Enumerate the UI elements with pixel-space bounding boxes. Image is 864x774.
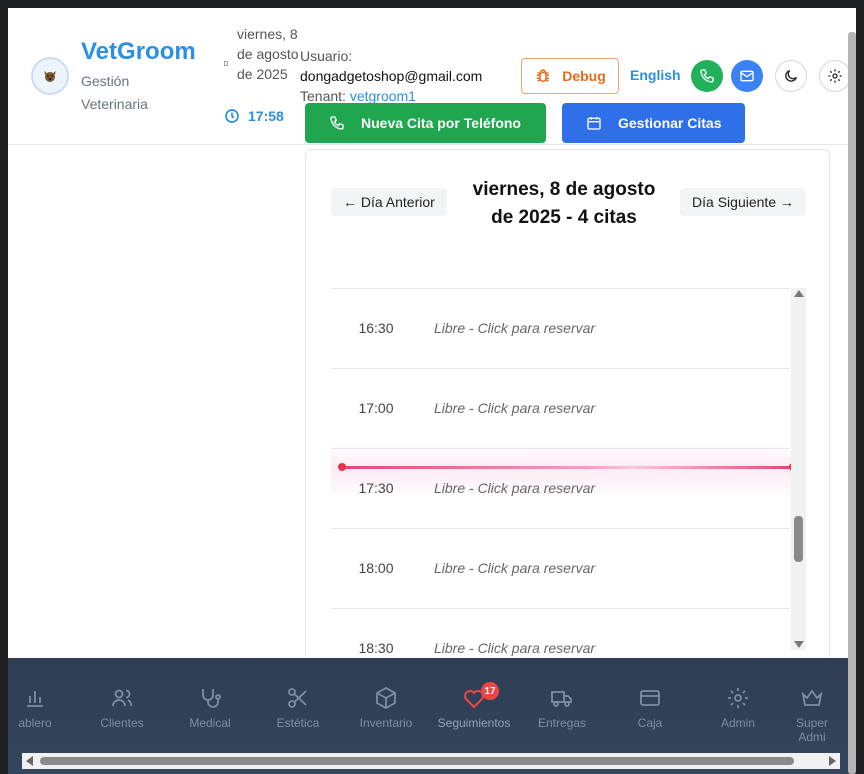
slot-time: 18:30 (358, 640, 394, 656)
language-toggle[interactable]: English (630, 67, 681, 83)
slot-list-scrollbar[interactable] (791, 288, 806, 650)
previous-day-button[interactable]: ← Día Anterior (331, 188, 447, 216)
clock-icon (225, 109, 239, 123)
phone-button[interactable] (691, 60, 723, 92)
gear-icon (828, 69, 842, 83)
follow-ups-badge: 17 (481, 682, 499, 700)
email-button[interactable] (731, 60, 763, 92)
nav-horizontal-scrollbar[interactable] (22, 753, 840, 769)
current-time-dot-left (338, 463, 346, 471)
calendar-icon (587, 117, 601, 130)
slot-label: Libre - Click para reservar (434, 560, 596, 576)
settings-button[interactable] (819, 60, 851, 92)
header-divider (8, 144, 856, 145)
user-email: dongadgetoshop@gmail.com (300, 68, 483, 84)
scrollbar-thumb[interactable] (794, 516, 803, 562)
nav-item-aesthetics[interactable]: Estética (254, 686, 342, 730)
mail-icon (740, 70, 754, 82)
dark-mode-button[interactable] (775, 60, 807, 92)
nav-label: Seguimientos (437, 716, 511, 730)
credit-card-icon (640, 690, 660, 706)
slot-label: Libre - Click para reservar (434, 480, 596, 496)
current-date: viernes, 8 de agosto de 2025 (237, 26, 299, 82)
slot-label: Libre - Click para reservar (434, 400, 596, 416)
scroll-up-arrow-icon[interactable] (794, 290, 804, 297)
slot-label: Libre - Click para reservar (434, 320, 596, 336)
manage-appointments-button[interactable]: Gestionar Citas (562, 103, 745, 143)
nav-item-super-admin[interactable]: Super Admi (782, 686, 842, 744)
slot-time: 17:00 (358, 400, 394, 416)
current-time-line (339, 466, 791, 469)
tenant-link[interactable]: vetgroom1 (350, 88, 416, 104)
tenant-label: Tenant: (300, 88, 346, 104)
next-day-button[interactable]: Día Siguiente → (680, 188, 806, 216)
manage-appointments-label: Gestionar Citas (618, 115, 722, 131)
bottom-navigation: ablero Clientes Medical Estética Inventa… (8, 658, 856, 774)
scrollbar-thumb[interactable] (40, 757, 794, 765)
nav-item-clients[interactable]: Clientes (78, 686, 166, 730)
scroll-left-arrow-icon[interactable] (26, 756, 33, 766)
scroll-right-arrow-icon[interactable] (829, 756, 836, 766)
time-value: 17:58 (248, 108, 284, 124)
debug-label: Debug (562, 68, 606, 84)
app-subtitle: Gestión Veterinaria (81, 73, 148, 112)
phone-icon (700, 69, 714, 83)
day-calendar-card: ← Día Anterior viernes, 8 de agosto de 2… (305, 149, 830, 679)
new-phone-appointment-label: Nueva Cita por Teléfono (361, 115, 521, 131)
users-icon (112, 689, 132, 707)
bar-chart-icon (27, 691, 43, 707)
dog-logo-icon (44, 71, 56, 82)
user-label: Usuario: (300, 48, 353, 64)
nav-label: ablero (18, 716, 52, 730)
nav-label: Caja (637, 716, 663, 730)
user-info: Usuario: dongadgetoshop@gmail.com Tenant… (300, 46, 482, 106)
phone-icon (330, 116, 344, 130)
box-icon (376, 686, 396, 710)
calendar-small-icon (224, 61, 228, 66)
nav-item-dashboard[interactable]: ablero (8, 686, 79, 730)
nav-label: Entregas (537, 716, 587, 730)
truck-icon (551, 691, 572, 707)
slot-time: 16:30 (358, 320, 394, 336)
bug-icon (537, 69, 550, 82)
scroll-down-arrow-icon[interactable] (794, 641, 804, 648)
nav-label: Super Admi (795, 716, 829, 744)
nav-item-deliveries[interactable]: Entregas (518, 686, 606, 730)
time-slot[interactable]: 16:30 Libre - Click para reservar (331, 288, 790, 368)
slot-label: Libre - Click para reservar (434, 640, 596, 656)
moon-icon (785, 70, 797, 82)
new-phone-appointment-button[interactable]: Nueva Cita por Teléfono (305, 103, 546, 143)
scissors-icon (288, 688, 307, 708)
time-slot-list: 16:30 Libre - Click para reservar 17:00 … (331, 288, 790, 678)
window-scrollbar[interactable] (848, 32, 856, 774)
nav-item-follow-ups[interactable]: 17 Seguimientos (430, 682, 518, 730)
crown-icon (801, 689, 823, 706)
gear-icon (728, 688, 748, 708)
nav-label: Clientes (100, 716, 144, 730)
slot-time: 18:00 (358, 560, 394, 576)
logo (31, 57, 69, 95)
nav-label: Inventario (359, 716, 413, 730)
nav-label: Admin (720, 716, 755, 730)
app-name: VetGroom (81, 38, 196, 65)
nav-label: Medical (189, 716, 231, 730)
current-time: 17:58 (224, 108, 284, 124)
nav-item-inventory[interactable]: Inventario (342, 686, 430, 730)
slot-time: 17:30 (358, 480, 394, 496)
nav-item-medical[interactable]: Medical (166, 686, 254, 730)
nav-label: Estética (276, 716, 320, 730)
time-slot[interactable]: 18:00 Libre - Click para reservar (331, 528, 790, 608)
nav-item-cash[interactable]: Caja (606, 686, 694, 730)
app-window: VetGroom Gestión Veterinaria viernes, 8 … (8, 8, 856, 774)
time-slot[interactable]: 17:30 Libre - Click para reservar (331, 448, 790, 528)
debug-button[interactable]: Debug (521, 58, 619, 94)
nav-item-admin[interactable]: Admin (694, 686, 782, 730)
time-slot[interactable]: 17:00 Libre - Click para reservar (331, 368, 790, 448)
stethoscope-icon (202, 689, 221, 708)
day-title: viernes, 8 de agosto de 2025 - 4 citas (472, 179, 656, 228)
